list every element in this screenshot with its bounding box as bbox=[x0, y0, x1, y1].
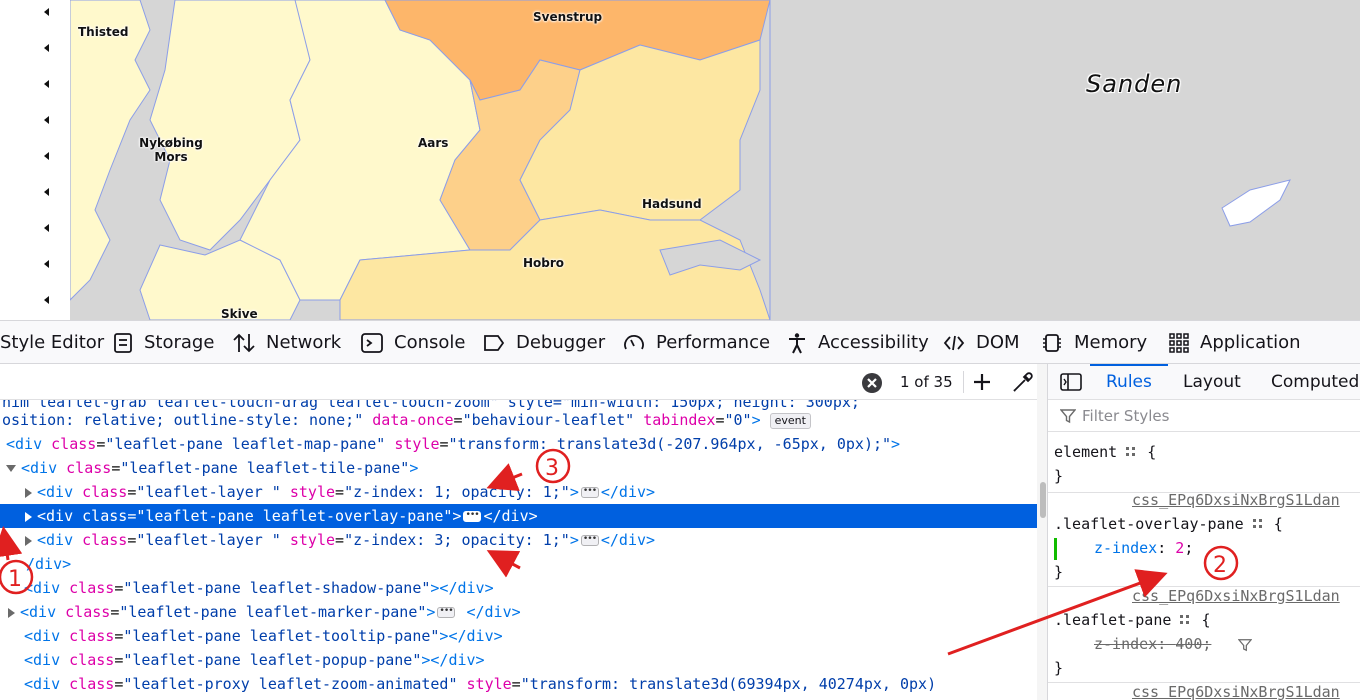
collapse-arrow-icon[interactable] bbox=[44, 188, 49, 196]
tab-network[interactable]: Network bbox=[232, 321, 341, 364]
page-left-gutter bbox=[0, 0, 70, 320]
expand-twisty-icon[interactable] bbox=[25, 511, 32, 522]
filter-property-icon[interactable] bbox=[1238, 638, 1252, 652]
expand-twisty-icon[interactable] bbox=[25, 487, 32, 498]
accessibility-icon bbox=[789, 332, 805, 353]
map-viewport[interactable]: Thisted Svenstrup Nykøbing Mors Aars Hads… bbox=[0, 0, 1360, 320]
rule-source-link[interactable]: css_EPq6DxsiNxBrgS1Ldan bbox=[1132, 488, 1340, 512]
markup-line[interactable]: <div class="leaflet-layer " style="z-ind… bbox=[25, 528, 1037, 552]
scrollbar-thumb[interactable] bbox=[1040, 482, 1046, 518]
eyedropper-icon[interactable] bbox=[1011, 370, 1035, 394]
overridden-declaration[interactable]: z-index: 400; bbox=[1094, 632, 1211, 656]
collapse-twisty-icon[interactable] bbox=[6, 465, 16, 472]
markup-tree: nim leaflet-grab leaflet-touch-drag leaf… bbox=[0, 400, 1037, 700]
devtools-tool-tabs: Style Editor Storage Network Console Deb… bbox=[0, 320, 1360, 364]
markup-line[interactable]: osition: relative; outline-style: none;"… bbox=[2, 408, 1037, 432]
collapse-arrow-icon[interactable] bbox=[44, 224, 49, 232]
sidebar-tabs: Rules Layout Computed bbox=[1048, 364, 1360, 400]
rule-selector: .leaflet-pane { bbox=[1054, 611, 1211, 629]
markup-line[interactable]: <div class="leaflet-pane leaflet-marker-… bbox=[8, 600, 1037, 624]
grid-highlighter-icon bbox=[1126, 446, 1136, 456]
rule-selector: .leaflet-overlay-pane { bbox=[1054, 515, 1283, 533]
rule-source-link[interactable]: css_EPq6DxsiNxBrgS1Ldan bbox=[1132, 584, 1340, 608]
expand-twisty-icon[interactable] bbox=[25, 535, 32, 546]
markup-scrollbar[interactable] bbox=[1037, 364, 1047, 700]
tab-layout[interactable]: Layout bbox=[1183, 364, 1241, 399]
collapsed-children-icon[interactable] bbox=[463, 505, 482, 525]
element-rule-selector: element { bbox=[1054, 443, 1157, 461]
markup-search-toolbar: 1 of 35 bbox=[0, 364, 1047, 400]
markup-line-selected[interactable]: <div class="leaflet-pane leaflet-overlay… bbox=[0, 504, 1037, 528]
collapsed-children-icon[interactable] bbox=[580, 529, 599, 549]
css-declaration[interactable]: z-index: 2; bbox=[1094, 536, 1193, 560]
collapse-arrow-icon[interactable] bbox=[44, 80, 49, 88]
rules-sidebar: Rules Layout Computed element { } css_EP… bbox=[1048, 364, 1360, 700]
markup-line[interactable]: <div class="leaflet-pane leaflet-shadow-… bbox=[24, 576, 1037, 600]
rule-close-brace: } bbox=[1054, 467, 1064, 485]
collapsed-children-icon[interactable] bbox=[580, 481, 599, 501]
network-arrows-icon bbox=[233, 333, 255, 352]
city-label: Skive bbox=[221, 307, 258, 320]
markup-line[interactable]: <div class="leaflet-proxy leaflet-zoom-a… bbox=[24, 672, 1037, 696]
tab-storage[interactable]: Storage bbox=[112, 321, 214, 364]
application-grid-icon bbox=[1169, 332, 1189, 353]
map-tiles bbox=[70, 0, 1360, 320]
grid-highlighter-icon bbox=[1180, 614, 1190, 624]
expand-twisty-icon[interactable] bbox=[8, 607, 15, 618]
tab-style-editor[interactable]: Style Editor bbox=[0, 321, 104, 364]
collapse-arrow-icon[interactable] bbox=[44, 152, 49, 160]
devtools-panel: Style Editor Storage Network Console Deb… bbox=[0, 320, 1360, 700]
markup-line[interactable]: <div class="leaflet-pane leaflet-tile-pa… bbox=[6, 456, 1037, 480]
toolbar-separator bbox=[963, 371, 964, 393]
event-badge[interactable]: event bbox=[769, 412, 811, 429]
rule-source-link[interactable]: css_EPq6DxsiNxBrgS1Ldan bbox=[1132, 680, 1340, 700]
collapse-arrow-icon[interactable] bbox=[44, 296, 49, 304]
tab-memory[interactable]: Memory bbox=[1040, 321, 1147, 364]
rule-close-brace: } bbox=[1054, 659, 1064, 677]
markup-line[interactable]: <div class="leaflet-layer " style="z-ind… bbox=[25, 480, 1037, 504]
city-label: Hadsund bbox=[642, 197, 702, 211]
dom-code-icon bbox=[943, 335, 965, 350]
console-icon bbox=[361, 332, 383, 353]
filter-styles-row bbox=[1048, 400, 1360, 432]
collapse-arrow-icon[interactable] bbox=[44, 116, 49, 124]
memory-chip-icon bbox=[1043, 333, 1061, 352]
tab-debugger[interactable]: Debugger bbox=[482, 321, 605, 364]
storage-icon bbox=[114, 332, 132, 353]
sea-label: Sanden bbox=[1086, 70, 1183, 98]
city-label: Nykøbing Mors bbox=[139, 136, 203, 164]
add-node-icon[interactable] bbox=[971, 370, 993, 394]
debugger-icon bbox=[484, 334, 505, 351]
city-label: Hobro bbox=[523, 256, 565, 270]
collapse-arrow-icon[interactable] bbox=[44, 44, 49, 52]
collapse-arrow-icon[interactable] bbox=[44, 8, 49, 16]
toggle-sidebar-icon[interactable] bbox=[1060, 373, 1082, 391]
markup-line[interactable]: <div class="leaflet-pane leaflet-tooltip… bbox=[24, 624, 1037, 648]
changed-indicator bbox=[1054, 538, 1057, 560]
collapse-arrow-icon[interactable] bbox=[44, 260, 49, 268]
tab-console[interactable]: Console bbox=[360, 321, 465, 364]
filter-icon bbox=[1060, 409, 1076, 424]
tab-dom[interactable]: DOM bbox=[942, 321, 1020, 364]
rule-close-brace: } bbox=[1054, 563, 1064, 581]
markup-line[interactable]: <div class="leaflet-pane leaflet-map-pan… bbox=[6, 432, 1037, 456]
filter-styles-input[interactable] bbox=[1080, 404, 1354, 428]
markup-line[interactable]: <div class="leaflet-pane leaflet-popup-p… bbox=[24, 648, 1037, 672]
search-result-count: 1 of 35 bbox=[900, 373, 953, 391]
tab-computed[interactable]: Computed bbox=[1271, 364, 1359, 399]
tab-accessibility[interactable]: Accessibility bbox=[786, 321, 929, 364]
tab-performance[interactable]: Performance bbox=[622, 321, 770, 364]
collapsed-children-icon[interactable] bbox=[437, 601, 456, 621]
grid-highlighter-icon bbox=[1252, 518, 1262, 528]
city-label: Svenstrup bbox=[533, 10, 603, 24]
tab-rules[interactable]: Rules bbox=[1090, 364, 1168, 401]
performance-gauge-icon bbox=[624, 334, 644, 349]
tab-application[interactable]: Application bbox=[1168, 321, 1301, 364]
city-label: Thisted bbox=[78, 25, 129, 39]
markup-line[interactable]: /div> bbox=[26, 552, 1037, 576]
city-label: Aars bbox=[418, 136, 449, 150]
clear-search-icon[interactable] bbox=[861, 372, 883, 394]
